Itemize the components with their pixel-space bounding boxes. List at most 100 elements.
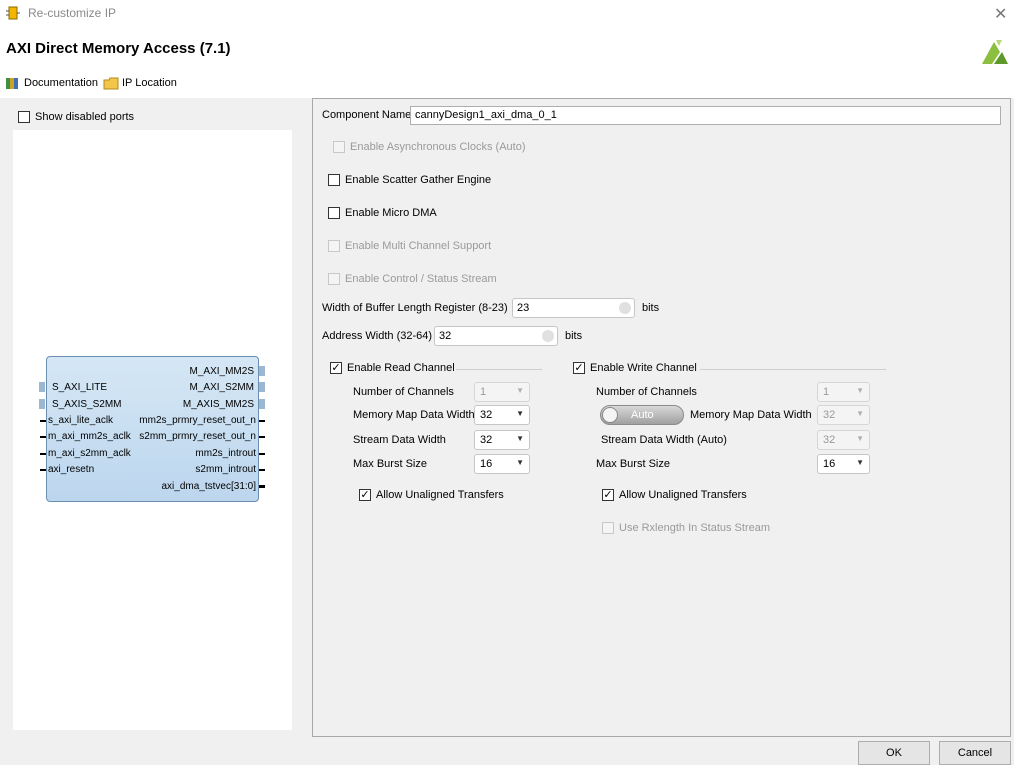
window-title: Re-customize IP bbox=[28, 6, 117, 20]
pin-line bbox=[259, 436, 265, 438]
port-axi-resetn: axi_resetn bbox=[48, 464, 95, 475]
write-unaligned-checkbox[interactable]: ✓ bbox=[602, 489, 614, 501]
write-num-channels-label: Number of Channels bbox=[596, 386, 697, 398]
read-mm-width-value: 32 bbox=[480, 409, 493, 421]
component-name-label: Component Name bbox=[322, 109, 412, 121]
write-mm-width-select: 32 ▼ bbox=[817, 405, 870, 425]
spinner-icon[interactable] bbox=[619, 302, 631, 314]
port-s-axi-lite-aclk: s_axi_lite_aclk bbox=[48, 415, 114, 426]
port-axi-dma-tstvec: axi_dma_tstvec[31:0] bbox=[161, 481, 257, 492]
chevron-down-icon: ▼ bbox=[516, 409, 524, 418]
read-stream-width-value: 32 bbox=[480, 434, 493, 446]
ok-button[interactable]: OK bbox=[858, 741, 930, 765]
read-stream-width-select[interactable]: 32 ▼ bbox=[474, 430, 530, 450]
port-s2mm-introut: s2mm_introut bbox=[195, 464, 256, 475]
chevron-down-icon: ▼ bbox=[856, 434, 864, 443]
micro-dma-checkbox[interactable] bbox=[328, 207, 340, 219]
chevron-down-icon: ▼ bbox=[856, 409, 864, 418]
pin-line bbox=[40, 469, 46, 471]
bus-pin-icon bbox=[259, 366, 265, 376]
bus-pin-icon bbox=[39, 399, 45, 409]
pin-line bbox=[259, 485, 265, 488]
bus-pin-icon bbox=[259, 382, 265, 392]
close-icon[interactable]: ✕ bbox=[994, 4, 1007, 24]
pin-line bbox=[259, 453, 265, 455]
bus-pin-icon bbox=[39, 382, 45, 392]
pin-line bbox=[259, 469, 265, 471]
read-num-channels-value: 1 bbox=[480, 386, 487, 398]
port-mm2s-introut: mm2s_introut bbox=[195, 448, 256, 459]
async-clocks-label: Enable Asynchronous Clocks (Auto) bbox=[350, 141, 526, 153]
rxlength-checkbox bbox=[602, 522, 614, 534]
write-num-channels-value: 1 bbox=[823, 386, 830, 398]
control-status-checkbox bbox=[328, 273, 340, 285]
ip-location-link[interactable]: IP Location bbox=[122, 77, 177, 89]
port-m-axi-s2mm: M_AXI_S2MM bbox=[189, 382, 254, 393]
auto-toggle-label: Auto bbox=[631, 409, 654, 421]
pin-line bbox=[40, 420, 46, 422]
pin-line bbox=[40, 453, 46, 455]
async-clocks-checkbox bbox=[333, 141, 345, 153]
write-max-burst-label: Max Burst Size bbox=[596, 458, 670, 470]
chevron-down-icon: ▼ bbox=[856, 458, 864, 467]
auto-toggle[interactable]: Auto bbox=[600, 405, 684, 425]
write-mm-width-value: 32 bbox=[823, 409, 836, 421]
write-unaligned-label: Allow Unaligned Transfers bbox=[619, 489, 747, 501]
read-mm-width-label: Memory Map Data Width bbox=[353, 409, 475, 421]
cancel-button[interactable]: Cancel bbox=[939, 741, 1011, 765]
dialog-title: AXI Direct Memory Access (7.1) bbox=[6, 40, 231, 57]
documentation-icon bbox=[5, 77, 19, 90]
control-status-label: Enable Control / Status Stream bbox=[345, 273, 497, 285]
write-stream-width-select: 32 ▼ bbox=[817, 430, 870, 450]
write-max-burst-value: 16 bbox=[823, 458, 836, 470]
pin-line bbox=[259, 420, 265, 422]
port-m-axi-s2mm-aclk: m_axi_s2mm_aclk bbox=[48, 448, 131, 459]
write-mm-width-label: Memory Map Data Width bbox=[690, 409, 812, 421]
read-unaligned-label: Allow Unaligned Transfers bbox=[376, 489, 504, 501]
rxlength-label: Use Rxlength In Status Stream bbox=[619, 522, 771, 534]
address-width-unit: bits bbox=[565, 330, 583, 342]
group-divider bbox=[456, 369, 542, 370]
micro-dma-label: Enable Micro DMA bbox=[345, 207, 437, 219]
buffer-length-input[interactable]: 23 bbox=[512, 298, 635, 318]
component-name-input[interactable]: cannyDesign1_axi_dma_0_1 bbox=[410, 106, 1001, 125]
write-channel-header: Enable Write Channel bbox=[590, 362, 697, 374]
multi-channel-checkbox bbox=[328, 240, 340, 252]
address-width-label: Address Width (32-64) bbox=[322, 330, 433, 342]
show-disabled-ports-checkbox[interactable] bbox=[18, 111, 30, 123]
read-max-burst-label: Max Burst Size bbox=[353, 458, 427, 470]
chevron-down-icon: ▼ bbox=[516, 458, 524, 467]
scatter-gather-checkbox[interactable] bbox=[328, 174, 340, 186]
toggle-knob bbox=[602, 407, 618, 423]
read-num-channels-select: 1 ▼ bbox=[474, 382, 530, 402]
port-m-axi-mm2s-aclk: m_axi_mm2s_aclk bbox=[48, 431, 131, 442]
scatter-gather-label: Enable Scatter Gather Engine bbox=[345, 174, 492, 186]
address-width-input[interactable]: 32 bbox=[434, 326, 558, 346]
buffer-length-label: Width of Buffer Length Register (8-23) bbox=[322, 302, 508, 314]
read-max-burst-value: 16 bbox=[480, 458, 493, 470]
show-disabled-ports-label: Show disabled ports bbox=[35, 111, 135, 123]
bus-pin-icon bbox=[259, 399, 265, 409]
documentation-link[interactable]: Documentation bbox=[24, 77, 98, 89]
write-stream-width-label: Stream Data Width (Auto) bbox=[601, 434, 727, 446]
port-mm2s-prmry-reset-out-n: mm2s_prmry_reset_out_n bbox=[139, 415, 256, 426]
spinner-icon[interactable] bbox=[542, 330, 554, 342]
read-channel-checkbox[interactable]: ✓ bbox=[330, 362, 342, 374]
address-width-value: 32 bbox=[439, 330, 452, 342]
pin-line bbox=[40, 436, 46, 438]
title-bar bbox=[0, 0, 1014, 28]
multi-channel-label: Enable Multi Channel Support bbox=[345, 240, 492, 252]
port-m-axi-mm2s: M_AXI_MM2S bbox=[189, 366, 254, 377]
group-divider bbox=[700, 369, 886, 370]
write-max-burst-select[interactable]: 16 ▼ bbox=[817, 454, 870, 474]
read-channel-header: Enable Read Channel bbox=[347, 362, 455, 374]
read-mm-width-select[interactable]: 32 ▼ bbox=[474, 405, 530, 425]
port-s-axi-lite: S_AXI_LITE bbox=[52, 382, 108, 393]
write-channel-checkbox[interactable]: ✓ bbox=[573, 362, 585, 374]
read-unaligned-checkbox[interactable]: ✓ bbox=[359, 489, 371, 501]
buffer-length-value: 23 bbox=[517, 302, 530, 314]
ip-icon bbox=[6, 6, 20, 20]
chevron-down-icon: ▼ bbox=[856, 386, 864, 395]
read-max-burst-select[interactable]: 16 ▼ bbox=[474, 454, 530, 474]
chevron-down-icon: ▼ bbox=[516, 434, 524, 443]
